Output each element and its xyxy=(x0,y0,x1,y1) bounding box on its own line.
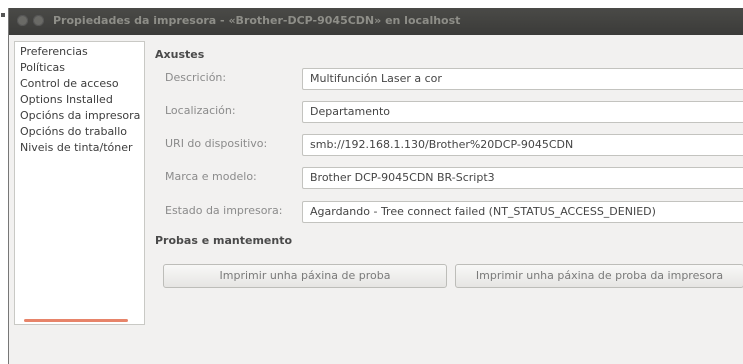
printer-state-field: Agardando - Tree connect failed (NT_STAT… xyxy=(302,201,743,223)
settings-heading: Axustes xyxy=(155,48,205,61)
sidebar-item-policies[interactable]: Políticas xyxy=(20,61,65,75)
title-bar[interactable]: Propiedades da impresora - «Brother-DCP-… xyxy=(9,8,743,35)
description-field[interactable]: Multifunción Laser a cor xyxy=(302,68,743,90)
maintenance-heading: Probas e mantemento xyxy=(155,234,293,247)
device-uri-field[interactable]: smb://192.168.1.130/Brother%20DCP-9045CD… xyxy=(302,134,743,156)
printer-properties-window: Propiedades da impresora - «Brother-DCP-… xyxy=(8,8,743,364)
print-test-page-button[interactable]: Imprimir unha páxina de proba xyxy=(163,264,447,288)
location-field[interactable]: Departamento xyxy=(302,101,743,123)
sidebar: Preferencias Políticas Control de acceso… xyxy=(14,41,145,325)
window-title: Propiedades da impresora - «Brother-DCP-… xyxy=(53,14,461,27)
printer-state-label: Estado da impresora: xyxy=(165,204,283,217)
make-model-field[interactable]: Brother DCP-9045CDN BR-Script3 xyxy=(302,167,743,189)
sidebar-item-job-options[interactable]: Opcións do traballo xyxy=(20,125,127,139)
device-uri-label: URI do dispositivo: xyxy=(165,137,268,150)
sidebar-item-options-installed[interactable]: Options Installed xyxy=(20,93,113,107)
mouse-pointer-fragment xyxy=(1,13,5,17)
make-model-label: Marca e modelo: xyxy=(165,170,257,183)
sidebar-item-preferences[interactable]: Preferencias xyxy=(20,45,88,59)
description-label: Descrición: xyxy=(165,71,227,84)
print-printer-test-page-button[interactable]: Imprimir unha páxina de proba da impreso… xyxy=(455,264,743,288)
sidebar-item-ink-toner-levels[interactable]: Niveis de tinta/tóner xyxy=(20,141,133,155)
sidebar-item-printer-options[interactable]: Opcións da impresora xyxy=(20,109,140,123)
sidebar-item-access-control[interactable]: Control de acceso xyxy=(20,77,119,91)
sidebar-scrollbar[interactable] xyxy=(24,319,128,322)
minimize-icon[interactable] xyxy=(33,15,44,26)
close-icon[interactable] xyxy=(17,15,28,26)
location-label: Localización: xyxy=(165,104,236,117)
